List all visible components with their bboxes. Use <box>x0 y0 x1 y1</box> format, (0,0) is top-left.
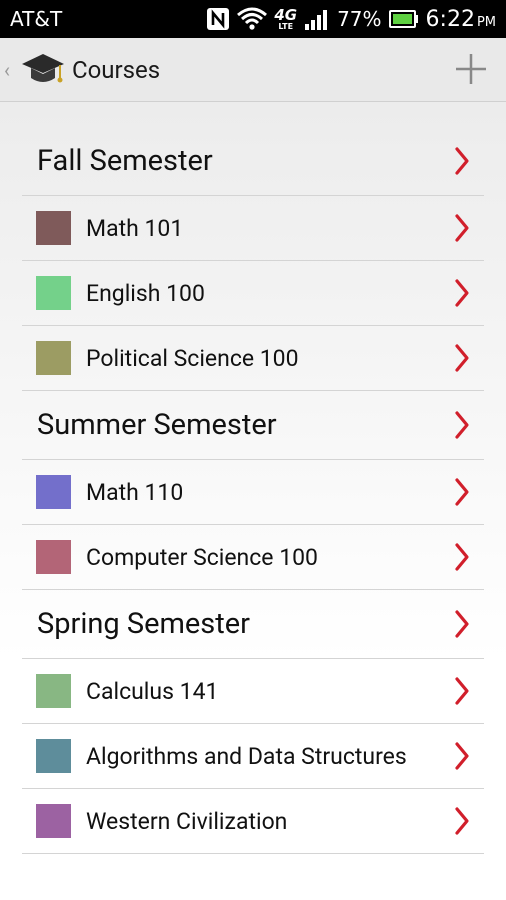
course-name: Political Science 100 <box>86 344 299 372</box>
carrier-label: AT&T <box>10 7 63 31</box>
chevron-right-icon <box>454 213 470 243</box>
semester-name: Fall Semester <box>37 144 213 178</box>
semester-header-row[interactable]: Fall Semester <box>22 127 484 196</box>
lte-icon: 4G LTE <box>274 5 298 31</box>
course-name: Math 101 <box>86 214 184 242</box>
semester-header-row[interactable]: Summer Semester <box>22 391 484 460</box>
course-row[interactable]: Algorithms and Data Structures <box>22 724 484 789</box>
chevron-right-icon <box>454 542 470 572</box>
chevron-right-icon <box>454 806 470 836</box>
course-color-swatch <box>36 540 71 574</box>
clock-time: 6:22 <box>425 6 475 32</box>
course-row[interactable]: Math 110 <box>22 460 484 525</box>
course-color-swatch <box>36 475 71 509</box>
network-sub-label: LTE <box>278 21 294 31</box>
add-course-button[interactable] <box>452 50 490 88</box>
course-list-container: Fall Semester Math 101 English 100 Politica… <box>0 102 506 900</box>
course-row[interactable]: Political Science 100 <box>22 326 484 391</box>
course-row[interactable]: English 100 <box>22 261 484 326</box>
chevron-right-icon <box>454 676 470 706</box>
course-name: Math 110 <box>86 478 184 506</box>
nfc-icon <box>206 7 230 31</box>
course-color-swatch <box>36 276 71 310</box>
battery-icon <box>388 9 419 29</box>
course-row[interactable]: Calculus 141 <box>22 659 484 724</box>
course-name: Calculus 141 <box>86 677 219 705</box>
battery-percent: 77% <box>337 7 382 31</box>
chevron-right-icon <box>454 146 470 176</box>
course-color-swatch <box>36 674 71 708</box>
page-title: Courses <box>72 55 161 84</box>
action-bar: ‹ Courses <box>0 38 506 102</box>
status-icons: 4G LTE 77% 6:22 PM <box>206 7 496 32</box>
course-color-swatch <box>36 804 71 838</box>
course-list: Fall Semester Math 101 English 100 Politica… <box>22 127 484 854</box>
clock: 6:22 PM <box>426 7 496 32</box>
chevron-right-icon <box>454 343 470 373</box>
chevron-right-icon <box>454 278 470 308</box>
chevron-right-icon <box>454 477 470 507</box>
up-navigation-chevron-icon[interactable]: ‹ <box>4 58 18 82</box>
wifi-icon <box>237 7 268 31</box>
plus-icon <box>456 54 486 84</box>
signal-icon <box>304 8 330 30</box>
course-row[interactable]: Math 101 <box>22 196 484 261</box>
course-color-swatch <box>36 739 71 773</box>
network-label: 4G <box>274 5 298 24</box>
course-row[interactable]: Computer Science 100 <box>22 525 484 590</box>
graduation-cap-icon[interactable] <box>20 50 66 90</box>
course-name: Western Civilization <box>86 807 288 835</box>
semester-name: Summer Semester <box>37 408 277 442</box>
chevron-right-icon <box>454 609 470 639</box>
chevron-right-icon <box>454 410 470 440</box>
clock-ampm: PM <box>476 14 496 30</box>
course-name: Algorithms and Data Structures <box>86 742 407 770</box>
course-name: English 100 <box>86 279 205 307</box>
course-color-swatch <box>36 341 71 375</box>
course-name: Computer Science 100 <box>86 543 318 571</box>
status-bar: AT&T 4G LTE 77% 6:22 PM <box>0 0 506 38</box>
chevron-right-icon <box>454 741 470 771</box>
semester-header-row[interactable]: Spring Semester <box>22 590 484 659</box>
course-color-swatch <box>36 211 71 245</box>
semester-name: Spring Semester <box>37 607 250 641</box>
course-row[interactable]: Western Civilization <box>22 789 484 854</box>
